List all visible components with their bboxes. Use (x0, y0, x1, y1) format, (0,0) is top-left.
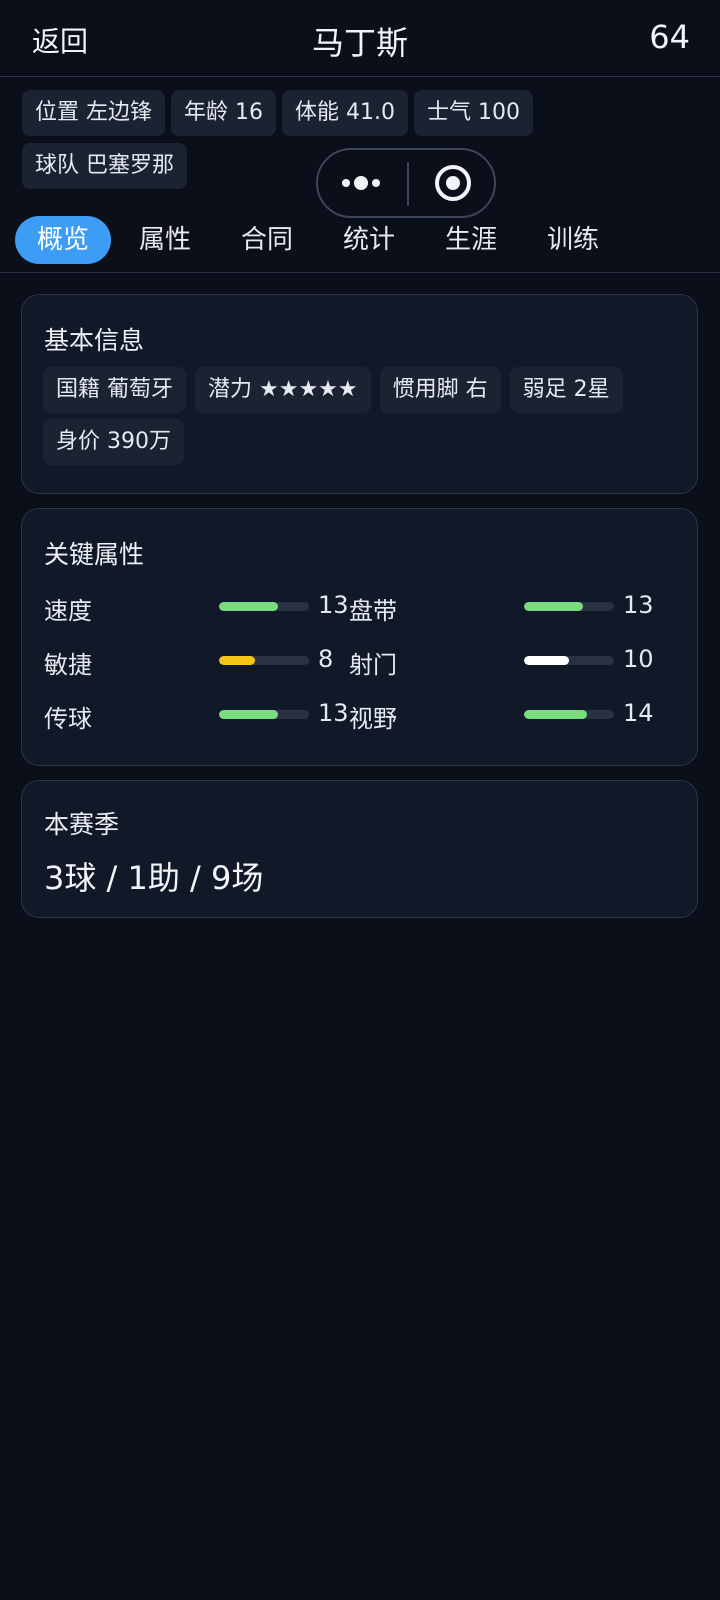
attr-label-vision: 视野 (349, 705, 397, 733)
key-attributes-card: 关键属性 速度 13 盘带 13 敏捷 8 射门 10 传球 13 视野 14 (21, 508, 698, 766)
tab-contract[interactable]: 合同 (219, 216, 315, 264)
attr-label-passing: 传球 (44, 705, 92, 733)
tab-bar: 概览 属性 合同 统计 生涯 训练 (0, 216, 720, 273)
attr-bar-dribbling (524, 602, 614, 611)
tab-training[interactable]: 训练 (525, 216, 621, 264)
chip-weak-foot: 弱足 2星 (509, 367, 623, 413)
more-dots-icon[interactable] (342, 166, 382, 200)
chip-age: 年龄 16 (171, 90, 276, 136)
attr-bar-shooting (524, 656, 614, 665)
attr-value-speed: 13 (318, 591, 349, 619)
chip-market-value: 身价 390万 (43, 419, 184, 465)
attr-bar-speed (219, 602, 309, 611)
attr-label-agility: 敏捷 (44, 651, 92, 679)
attr-label-dribbling: 盘带 (349, 597, 397, 625)
chip-preferred-foot: 惯用脚 右 (379, 367, 501, 413)
capsule-divider (407, 162, 409, 206)
record-target-icon[interactable] (435, 165, 471, 201)
basic-info-chips: 国籍 葡萄牙 潜力 ★★★★★ 惯用脚 右弱足 2星身价 390万 (43, 367, 663, 471)
season-title: 本赛季 (44, 810, 120, 839)
attr-bar-vision (524, 710, 614, 719)
chip-potential: 潜力 ★★★★★ (195, 367, 371, 413)
player-name-title: 马丁斯 (311, 24, 408, 62)
season-summary: 3球 / 1助 / 9场 (44, 859, 264, 897)
attr-label-speed: 速度 (44, 597, 92, 625)
attr-value-shooting: 10 (623, 645, 654, 673)
attr-value-vision: 14 (623, 699, 654, 727)
miniprogram-capsule (316, 148, 496, 218)
tab-overview[interactable]: 概览 (15, 216, 111, 264)
chip-stamina: 体能 41.0 (282, 90, 408, 136)
attr-bar-agility (219, 656, 309, 665)
player-rating: 64 (649, 18, 690, 56)
chip-morale: 士气 100 (413, 90, 533, 136)
attr-value-agility: 8 (318, 645, 334, 673)
tab-stats[interactable]: 统计 (321, 216, 417, 264)
key-attributes-title: 关键属性 (44, 540, 145, 569)
basic-info-title: 基本信息 (44, 326, 145, 355)
chip-nationality: 国籍 葡萄牙 (43, 367, 186, 413)
tab-attributes[interactable]: 属性 (117, 216, 213, 264)
attr-value-passing: 13 (318, 699, 349, 727)
attr-label-shooting: 射门 (349, 651, 397, 679)
attr-value-dribbling: 13 (623, 591, 654, 619)
tab-career[interactable]: 生涯 (423, 216, 519, 264)
basic-info-card: 基本信息 国籍 葡萄牙 潜力 ★★★★★ 惯用脚 右弱足 2星身价 390万 (21, 294, 698, 494)
player-summary-chips: 位置 左边锋 年龄 16 体能 41.0 士气 100 球队 巴塞罗那 (22, 90, 582, 196)
top-bar: 返回 马丁斯 64 (0, 0, 720, 77)
season-card: 本赛季 3球 / 1助 / 9场 (21, 780, 698, 918)
attr-bar-passing (219, 710, 309, 719)
chip-team: 球队 巴塞罗那 (22, 143, 187, 189)
chip-position: 位置 左边锋 (22, 90, 165, 136)
